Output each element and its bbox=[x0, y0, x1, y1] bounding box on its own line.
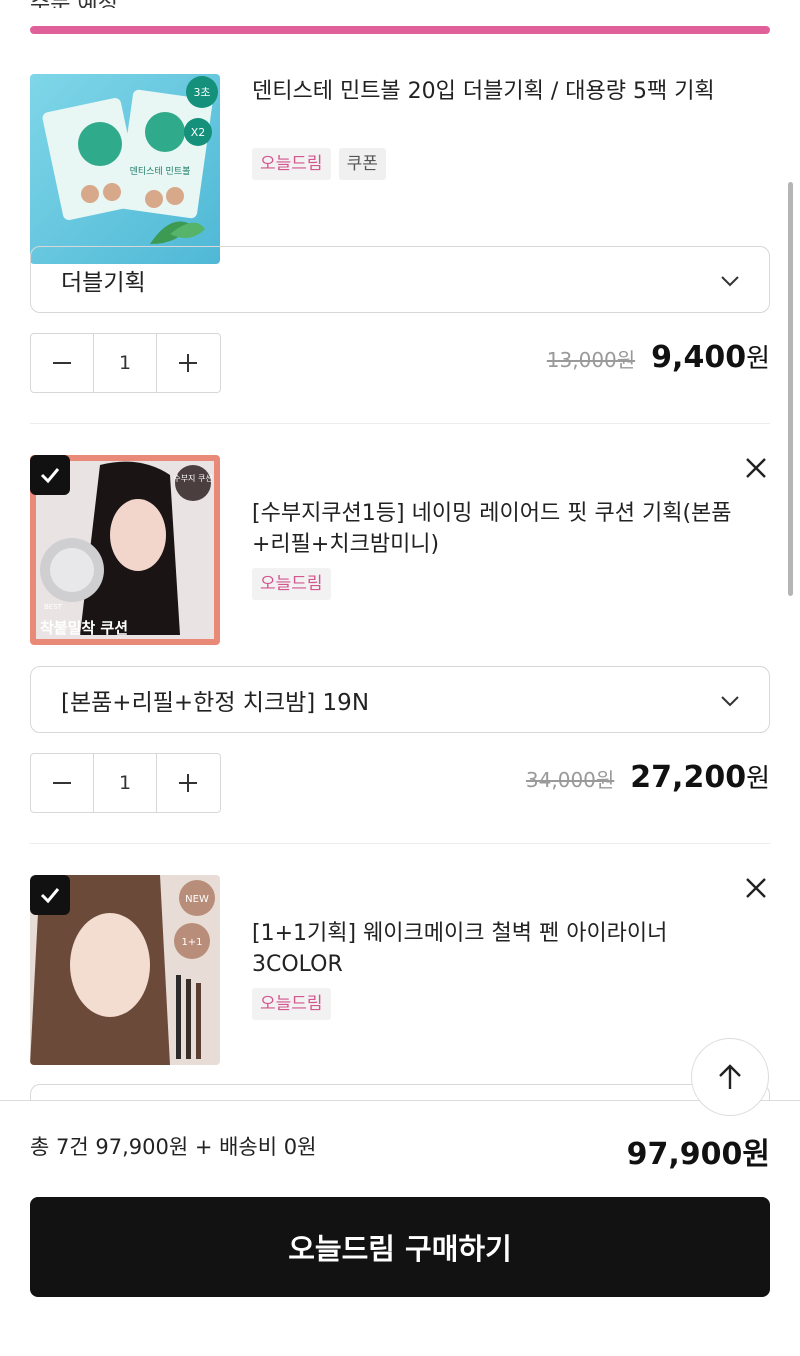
quantity-stepper: 1 bbox=[30, 753, 221, 813]
product-image[interactable]: 3초 X2 덴티스테 민트볼 bbox=[30, 74, 220, 264]
item-checkbox[interactable] bbox=[30, 875, 70, 915]
order-summary: 총 7건 97,900원 + 배송비 0원 bbox=[30, 1135, 317, 1159]
tag-today-dream: 오늘드림 bbox=[252, 988, 331, 1020]
close-icon bbox=[746, 458, 766, 478]
option-select[interactable]: [본품+리필+한정 치크밤] 19N bbox=[30, 666, 770, 733]
tag-today-dream: 오늘드림 bbox=[252, 568, 331, 600]
chevron-down-icon bbox=[719, 270, 741, 298]
buy-button[interactable]: 오늘드림 구매하기 bbox=[30, 1197, 770, 1297]
original-price: 13,000원 bbox=[546, 348, 636, 372]
remove-button[interactable] bbox=[742, 874, 770, 902]
increase-button[interactable] bbox=[157, 334, 219, 392]
increase-button[interactable] bbox=[157, 754, 219, 812]
plus-icon bbox=[179, 354, 197, 372]
minus-icon bbox=[53, 782, 71, 784]
thumb-badge: NEW bbox=[185, 894, 209, 905]
thumb-badge: X2 bbox=[191, 126, 206, 139]
checkout-footer: 총 7건 97,900원 + 배송비 0원 97,900원 오늘드림 구매하기 bbox=[0, 1100, 800, 1356]
option-select-value: [본품+리필+한정 치크밤] 19N bbox=[61, 689, 370, 716]
thumb-badge: 수부지 쿠션 bbox=[173, 473, 212, 483]
price-block: 13,000원 9,400원 bbox=[547, 338, 770, 375]
checkmark-icon bbox=[40, 468, 60, 484]
tag-coupon: 쿠폰 bbox=[338, 148, 386, 180]
scroll-top-button[interactable] bbox=[691, 1038, 769, 1116]
thumb-badge: 3초 bbox=[193, 86, 210, 99]
divider bbox=[30, 423, 770, 424]
original-price: 34,000원 bbox=[525, 768, 615, 792]
product-title[interactable]: [수부지쿠션1등] 네이밍 레이어드 핏 쿠션 기획(본품+리필+치크밤미니) bbox=[252, 498, 742, 560]
plus-icon bbox=[179, 774, 197, 792]
thumb-label: BEST bbox=[44, 603, 63, 611]
arrow-up-icon bbox=[719, 1064, 741, 1089]
quantity-value[interactable]: 1 bbox=[93, 754, 157, 812]
price-block: 34,000원 27,200원 bbox=[526, 758, 770, 795]
tag-today-dream: 오늘드림 bbox=[252, 148, 331, 180]
product-title[interactable]: [1+1기획] 웨이크메이크 철벽 펜 아이라이너 3COLOR bbox=[252, 918, 742, 980]
remove-button[interactable] bbox=[742, 454, 770, 482]
scrollbar[interactable] bbox=[788, 182, 793, 596]
close-icon bbox=[746, 878, 766, 898]
decrease-button[interactable] bbox=[31, 334, 93, 392]
thumb-label: 착붙밀착 쿠션 bbox=[40, 619, 128, 637]
product-title[interactable]: 덴티스테 민트볼 20입 더블기획 / 대용량 5팩 기획 bbox=[252, 76, 742, 107]
minus-icon bbox=[53, 362, 71, 364]
total-price: 97,900원 bbox=[626, 1137, 770, 1172]
thumb-label: 덴티스테 민트볼 bbox=[130, 166, 191, 177]
progress-bar bbox=[30, 26, 770, 34]
option-select[interactable]: 더블기획 bbox=[30, 246, 770, 313]
thumb-badge: 1+1 bbox=[181, 937, 202, 948]
option-select-value: 더블기획 bbox=[61, 269, 146, 296]
chevron-down-icon bbox=[719, 690, 741, 718]
item-checkbox[interactable] bbox=[30, 455, 70, 495]
divider bbox=[30, 843, 770, 844]
final-price: 9,400원 bbox=[651, 340, 770, 375]
decrease-button[interactable] bbox=[31, 754, 93, 812]
quantity-value[interactable]: 1 bbox=[93, 334, 157, 392]
quantity-stepper: 1 bbox=[30, 333, 221, 393]
section-heading: 주문 예정 bbox=[30, 0, 118, 8]
checkmark-icon bbox=[40, 888, 60, 904]
final-price: 27,200원 bbox=[630, 760, 770, 795]
